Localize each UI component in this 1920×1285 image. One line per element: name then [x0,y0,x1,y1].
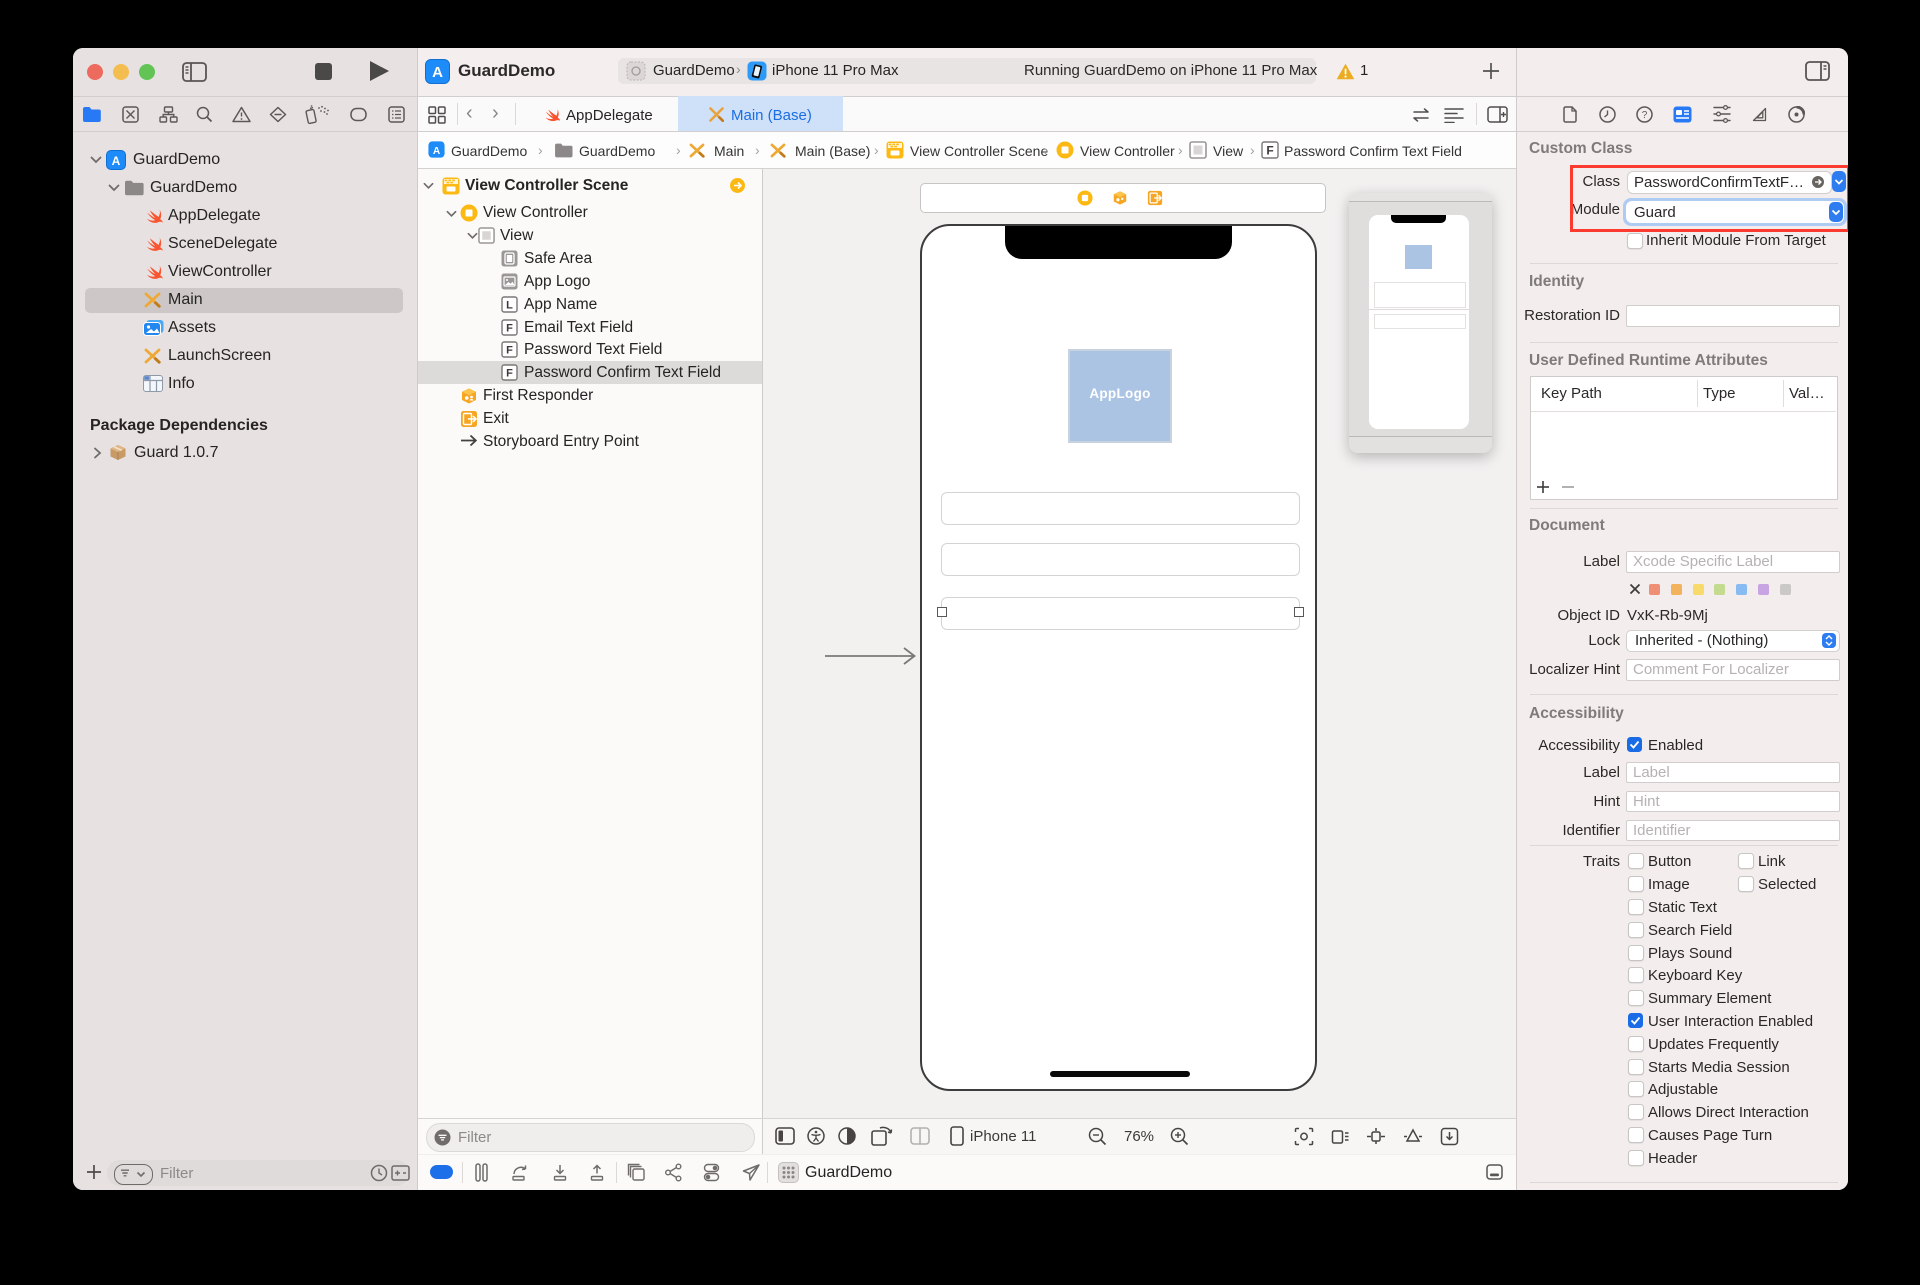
svg-text:F: F [506,368,513,380]
svg-text:F: F [506,345,513,357]
svg-text:A: A [433,146,441,157]
svg-text:F: F [506,322,513,334]
svg-text:A: A [432,64,443,81]
svg-text:F: F [1266,144,1273,158]
svg-text:L: L [506,299,513,311]
svg-text:?: ? [1642,110,1648,121]
svg-text:A: A [112,154,121,168]
